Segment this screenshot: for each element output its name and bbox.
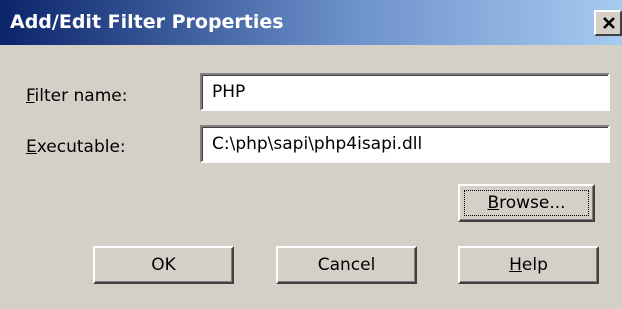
help-button-label: Help [509, 255, 548, 275]
executable-label: Executable: [26, 137, 126, 157]
browse-button[interactable]: Browse... [458, 184, 595, 222]
close-button[interactable] [594, 10, 622, 36]
executable-input[interactable]: C:\php\sapi\php4isapi.dll [200, 125, 610, 163]
filter-name-label: Filter name: [26, 86, 128, 106]
ok-button[interactable]: OK [93, 246, 234, 284]
filter-name-input[interactable]: PHP [200, 73, 610, 111]
dialog-title: Add/Edit Filter Properties [10, 11, 284, 33]
help-button[interactable]: Help [458, 246, 599, 284]
close-icon [603, 17, 615, 29]
add-edit-filter-dialog: Add/Edit Filter Properties Filter name: … [0, 0, 622, 309]
title-bar: Add/Edit Filter Properties [0, 0, 622, 45]
browse-button-label: Browse... [487, 193, 566, 213]
cancel-button[interactable]: Cancel [276, 246, 417, 284]
